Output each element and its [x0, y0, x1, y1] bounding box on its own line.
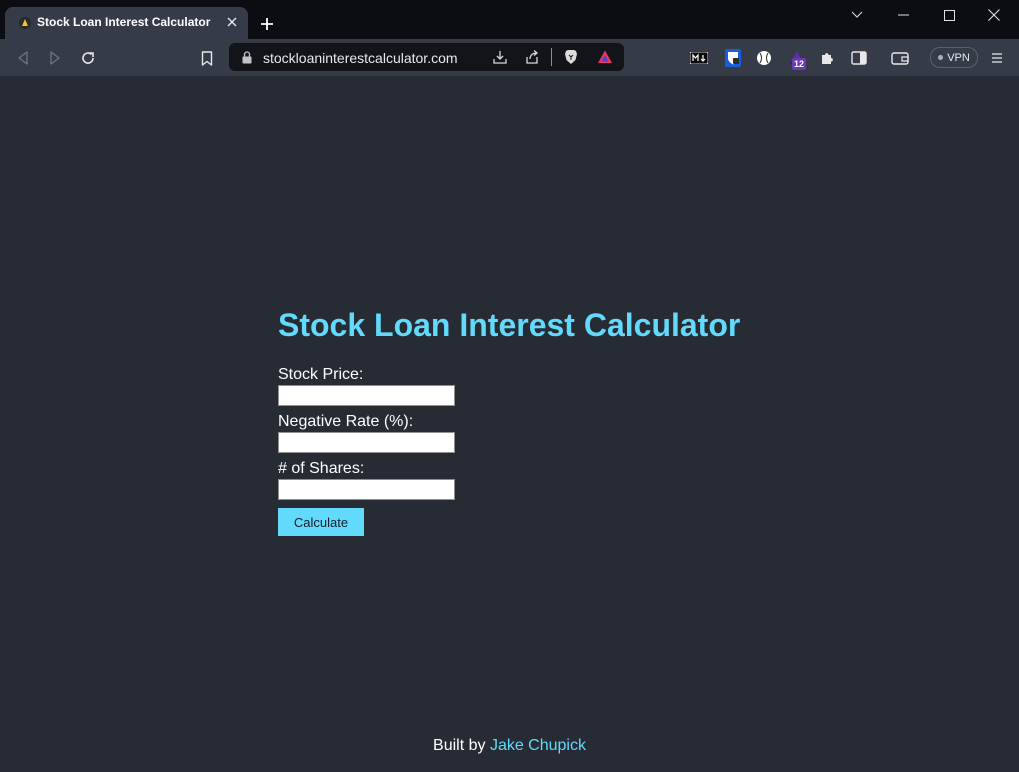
minimize-window-icon[interactable]	[880, 0, 926, 30]
vpn-status-dot-icon	[938, 55, 944, 60]
brave-rewards-triangle-icon[interactable]	[597, 49, 613, 65]
favicon-icon	[17, 15, 33, 31]
forward-arrow-icon[interactable]	[44, 47, 66, 69]
negative-rate-label: Negative Rate (%):	[278, 413, 414, 430]
tab-close-icon[interactable]	[223, 13, 241, 31]
vpn-button[interactable]: VPN	[930, 47, 978, 68]
lock-icon[interactable]	[239, 49, 255, 65]
hamburger-menu-icon[interactable]	[988, 49, 1006, 67]
tab-title: Stock Loan Interest Calculator	[37, 15, 211, 29]
stock-price-label: Stock Price:	[278, 366, 364, 383]
close-window-icon[interactable]	[971, 0, 1017, 30]
bookmark-icon[interactable]	[196, 47, 218, 69]
brave-shields-lion-icon[interactable]	[563, 49, 579, 65]
browser-toolbar: stockloaninterestcalculator.com VPN	[0, 39, 1019, 76]
new-tab-plus-icon[interactable]	[257, 14, 277, 34]
reload-icon[interactable]	[77, 47, 99, 69]
maximize-window-icon[interactable]	[926, 0, 972, 30]
extensions-puzzle-icon[interactable]	[818, 49, 836, 67]
address-bar-divider	[551, 48, 552, 66]
shares-input[interactable]	[278, 479, 455, 500]
vpn-label: VPN	[947, 51, 970, 64]
browser-titlebar: Stock Loan Interest Calculator	[0, 0, 1019, 39]
install-download-icon[interactable]	[492, 49, 508, 65]
back-arrow-icon[interactable]	[12, 47, 34, 69]
bitwarden-shield-icon[interactable]	[724, 49, 742, 67]
shares-label: # of Shares:	[278, 460, 365, 477]
markdown-extension-icon[interactable]	[690, 49, 708, 67]
page-title: Stock Loan Interest Calculator	[278, 307, 741, 343]
tab-search-chevron-down-icon[interactable]	[834, 0, 880, 30]
url-text[interactable]: stockloaninterestcalculator.com	[263, 50, 458, 66]
author-link[interactable]: Jake Chupick	[490, 737, 586, 754]
share-icon[interactable]	[524, 49, 540, 65]
calculate-button[interactable]: Calculate	[278, 508, 364, 536]
baseball-extension-icon[interactable]	[755, 49, 773, 67]
page-footer: Built by Jake Chupick	[0, 737, 1019, 755]
address-bar[interactable]: stockloaninterestcalculator.com	[229, 43, 624, 71]
footer-built-by-text: Built by	[433, 737, 486, 754]
negative-rate-input[interactable]	[278, 432, 455, 453]
wallet-icon[interactable]	[891, 49, 909, 67]
stock-price-input[interactable]	[278, 385, 455, 406]
extension-badge-count: 12	[792, 58, 807, 70]
browser-tab-active[interactable]: Stock Loan Interest Calculator	[5, 7, 248, 39]
sidebar-panel-icon[interactable]	[850, 49, 868, 67]
